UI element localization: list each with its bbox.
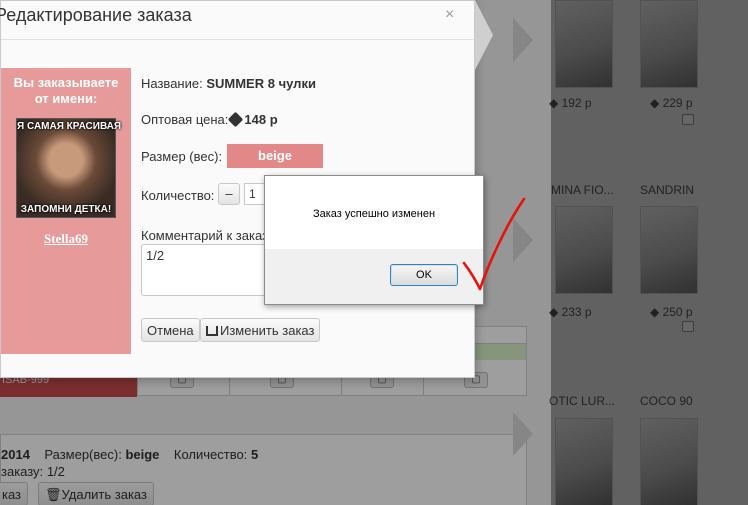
quantity-decrement-button[interactable]: –: [218, 183, 240, 205]
price-field: Оптовая цена: 148 р: [141, 111, 278, 128]
cancel-button[interactable]: Отмена: [141, 318, 200, 342]
close-icon[interactable]: ×: [445, 6, 454, 24]
size-label: Размер (вес):: [141, 149, 223, 164]
quantity-label: Количество:: [141, 188, 215, 203]
seller-avatar: Я САМАЯ КРАСИВАЯ ЗАПОМНИ ДЕТКА!: [16, 118, 121, 218]
cart-icon: [206, 326, 218, 336]
ok-button[interactable]: OK: [390, 264, 458, 286]
modal-title: Редактирование заказа: [0, 5, 192, 25]
price-tag-icon: [228, 111, 244, 128]
red-checkmark-annotation: [462, 197, 526, 291]
alert-message: Заказ успешно изменен: [312, 208, 436, 220]
secondary-backdrop: [551, 0, 748, 505]
name-field: Название: SUMMER 8 чулки: [141, 76, 316, 91]
comment-label: Комментарий к заказу: [141, 228, 275, 243]
seller-username-link[interactable]: Stella69: [1, 231, 131, 247]
seller-heading: Вы заказываете от имени:: [13, 75, 119, 106]
comment-textarea[interactable]: 1/2: [141, 244, 276, 296]
seller-panel: Вы заказываете от имени: Я САМАЯ КРАСИВА…: [1, 68, 131, 354]
slider-arrow[interactable]: [475, 0, 493, 70]
update-order-button[interactable]: Изменить заказ: [200, 318, 321, 342]
alert-dialog: Заказ успешно изменен OK: [264, 175, 484, 305]
size-selector[interactable]: beige: [227, 144, 323, 168]
